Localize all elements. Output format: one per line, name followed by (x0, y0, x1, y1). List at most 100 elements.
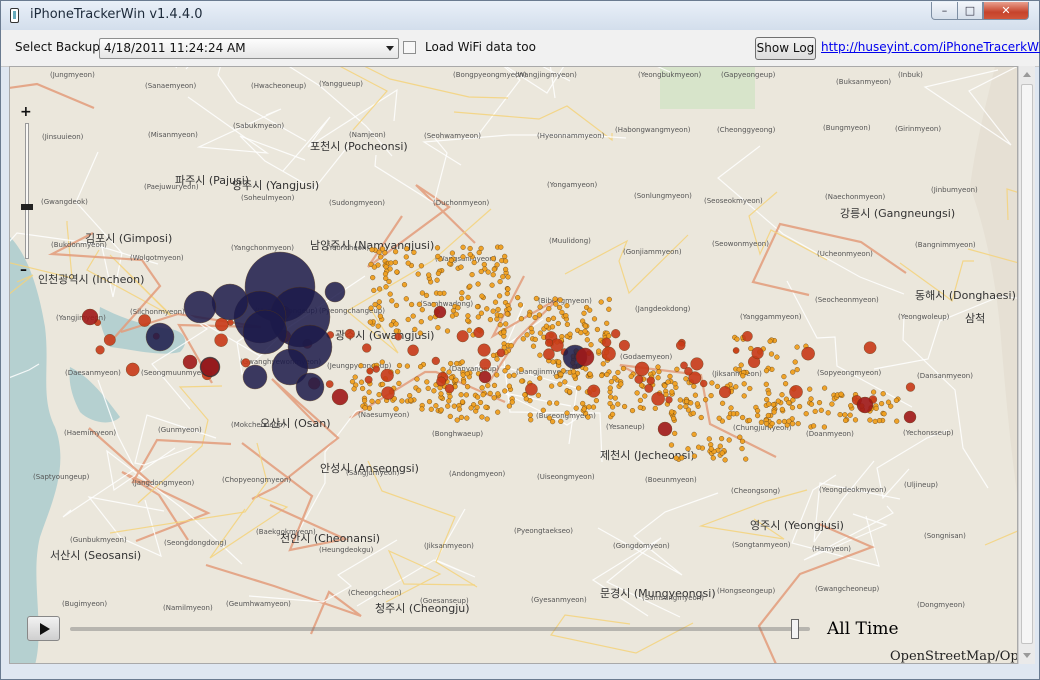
location-dot (594, 326, 601, 333)
place-label-minor: (Seongdongdong) (164, 539, 227, 547)
location-dot (461, 379, 467, 385)
location-dot (546, 400, 553, 406)
location-dot (537, 304, 543, 310)
location-dot (504, 291, 510, 297)
location-dot (730, 411, 737, 417)
location-dot (375, 323, 381, 329)
place-label-minor: (Sopyeongmyeon) (817, 369, 881, 377)
location-dot (807, 386, 813, 392)
location-dot (362, 398, 368, 404)
location-dot (495, 391, 501, 397)
map-view[interactable]: 김포시 (Gimposi) 인천광역시 (Incheon) 포천시 (Pocheon… (9, 66, 1018, 664)
place-label-minor: (Geumhwamyeon) (226, 600, 291, 608)
place-label-minor: (Duchonmyeon) (433, 199, 490, 207)
location-dot (677, 404, 683, 410)
location-dot (491, 395, 497, 401)
location-dot (672, 430, 678, 437)
location-dot (367, 319, 373, 325)
location-dot (448, 375, 454, 381)
location-dot (706, 436, 712, 442)
location-dot (870, 389, 877, 395)
show-log-button[interactable]: Show Log (755, 37, 816, 60)
location-dot (553, 301, 559, 307)
place-label-minor: (Yeongwoleup) (898, 313, 950, 321)
close-button[interactable]: ✕ (983, 2, 1029, 20)
vertical-scrollbar[interactable] (1018, 66, 1035, 664)
location-dot (558, 418, 564, 425)
location-dot-dense (183, 290, 217, 324)
location-dot (380, 381, 386, 387)
location-dot (607, 394, 614, 400)
location-dot-frequent (634, 374, 644, 384)
location-dot (556, 359, 562, 365)
location-dot (771, 409, 777, 415)
scrollbar-thumb[interactable] (1021, 84, 1033, 644)
scroll-down-icon[interactable] (1023, 653, 1031, 658)
location-dot-frequent (125, 362, 140, 377)
location-dot-frequent (331, 388, 349, 406)
location-dot (463, 392, 470, 398)
place-label-minor: (Gapyeongeup) (721, 71, 776, 79)
location-dot (504, 311, 510, 317)
location-dot (366, 405, 373, 411)
location-dot (487, 390, 493, 397)
location-dot (446, 369, 452, 375)
location-dot (474, 404, 480, 411)
location-dot (567, 331, 573, 337)
maximize-button[interactable]: □ (957, 2, 983, 20)
location-dot (483, 404, 489, 410)
location-dot (719, 400, 726, 406)
zoom-slider[interactable] (25, 123, 29, 259)
location-dot (734, 336, 740, 342)
scroll-up-icon[interactable] (1023, 72, 1031, 77)
timeline-slider[interactable] (70, 627, 810, 631)
location-dot (708, 446, 714, 452)
location-dot (593, 398, 600, 404)
location-dot (842, 412, 848, 418)
project-link[interactable]: http://huseyint.com/iPhoneTracerkWin (821, 40, 1040, 54)
zoom-slider-handle[interactable] (21, 204, 33, 210)
timeline-slider-handle[interactable] (791, 619, 799, 639)
place-label-minor: (Haemimyeon) (64, 429, 116, 437)
title-bar[interactable]: iPhoneTrackerWin v1.4.4.0 – □ ✕ (1, 1, 1039, 30)
place-label-major: 양주시 (Yangjusi) (232, 179, 319, 192)
location-dot-frequent (651, 391, 665, 406)
location-dot (416, 301, 423, 307)
map-canvas[interactable]: 김포시 (Gimposi)인천광역시 (Incheon)포천시 (Pocheon… (10, 67, 1018, 664)
location-dot (606, 296, 612, 303)
location-dot (546, 415, 553, 421)
play-button[interactable] (27, 616, 60, 641)
location-dot (412, 326, 418, 333)
location-dot (383, 275, 389, 281)
zoom-out-button[interactable]: – (20, 263, 27, 277)
location-dot (440, 366, 446, 373)
location-dot (467, 283, 473, 289)
location-dot (509, 399, 515, 405)
zoom-in-button[interactable]: + (20, 105, 32, 119)
location-dot (511, 372, 517, 378)
wifi-checkbox[interactable] (403, 41, 416, 54)
location-dot (829, 401, 835, 407)
location-dot (434, 277, 440, 283)
location-dot (588, 342, 594, 348)
location-dot (454, 417, 460, 423)
backup-dropdown[interactable]: 4/18/2011 11:24:24 AM (99, 38, 399, 59)
location-dot (498, 244, 504, 250)
location-dot (431, 302, 437, 308)
location-dot-frequent (81, 308, 99, 326)
location-dot (808, 396, 814, 402)
wifi-checkbox-label[interactable]: Load WiFi data too (425, 40, 536, 54)
location-dot (739, 414, 746, 421)
minimize-button[interactable]: – (931, 2, 958, 20)
place-label-minor: (Yechonsseup) (903, 429, 954, 437)
place-label-minor: (Yeongbukmyeon) (638, 71, 701, 79)
chevron-down-icon[interactable] (386, 46, 394, 51)
location-dot (628, 373, 634, 380)
location-dot (426, 272, 432, 278)
place-label-minor: (Baekgokmyeon) (256, 528, 316, 536)
backup-selected-value: 4/18/2011 11:24:24 AM (104, 41, 246, 55)
location-dot (437, 290, 443, 297)
location-dot (620, 365, 627, 372)
location-dot (596, 348, 602, 354)
location-dot (885, 399, 892, 405)
